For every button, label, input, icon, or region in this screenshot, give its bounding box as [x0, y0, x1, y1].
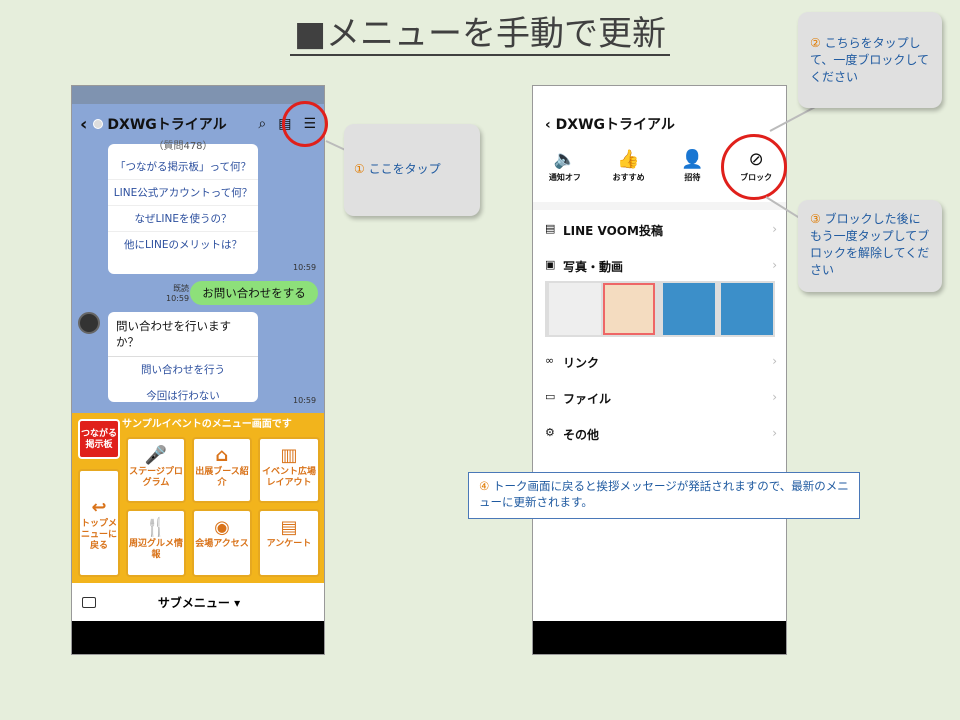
faq-item[interactable]: 「つながる掲示板」って何？	[108, 154, 258, 180]
faq-item[interactable]: 他にLINEのメリットは？	[108, 232, 258, 258]
timestamp: 10:59	[293, 263, 317, 272]
chevron-right-icon: ›	[772, 390, 777, 404]
back-icon[interactable]: ‹	[80, 114, 87, 135]
chevron-right-icon: ›	[772, 258, 777, 272]
account-badge-icon	[93, 119, 104, 129]
chat-title: DXWGトライアル	[555, 117, 675, 133]
shop-icon: ⌂	[215, 445, 229, 466]
search-icon[interactable]: ⌕	[258, 116, 266, 132]
submenu-toggle[interactable]: サブメニュー ▾	[96, 594, 302, 611]
chat-header: ‹ DXWGトライアル	[545, 114, 675, 134]
chevron-right-icon: ›	[772, 222, 777, 236]
link-icon: ∞	[545, 354, 555, 367]
clipboard-icon: ▤	[280, 517, 298, 538]
recommend-button[interactable]: 👍 おすすめ	[597, 148, 661, 183]
inquiry-question: 問い合わせを行いますか？	[108, 312, 258, 357]
callout-3: ③ ブロックした後にもう一度タップしてブロックを解除してください	[798, 200, 942, 292]
fork-icon: 🍴	[144, 517, 168, 538]
timestamp: 10:59	[293, 396, 317, 405]
avatar[interactable]	[78, 312, 100, 334]
media-strip	[545, 281, 775, 337]
menu-item-links[interactable]: ∞ リンク ›	[545, 354, 777, 371]
tile-layout[interactable]: ▥ イベント広場レイアウト	[258, 437, 320, 503]
menu-item-other[interactable]: ⚙ その他 ›	[545, 426, 777, 443]
speaker-icon: 🔈	[553, 149, 577, 170]
highlight-ring-block	[721, 134, 787, 200]
keyboard-icon[interactable]	[82, 596, 96, 608]
tile-stage[interactable]: 🎤 ステージプログラム	[126, 437, 186, 503]
tile-survey[interactable]: ▤ アンケート	[258, 509, 320, 577]
tile-top-menu[interactable]: ↩ トップメニューに戻る	[78, 469, 120, 577]
map-icon: ▥	[280, 445, 298, 466]
chat-title: DXWGトライアル	[107, 117, 227, 133]
return-arrow-icon: ↩	[91, 497, 107, 518]
inquiry-yes-button[interactable]: 問い合わせを行う	[108, 357, 258, 383]
menu-item-files[interactable]: ▭ ファイル ›	[545, 390, 777, 407]
mute-button[interactable]: 🔈 通知オフ	[533, 148, 597, 183]
faq-item[interactable]: なぜLINEを使うの？	[108, 206, 258, 232]
nav-bar	[72, 621, 324, 654]
note-4: ④ トーク画面に戻ると挨拶メッセージが発話されますので、最新のメニューに更新され…	[468, 472, 860, 519]
media-thumbnail[interactable]	[663, 283, 715, 335]
tile-access[interactable]: ◉ 会場アクセス	[192, 509, 252, 577]
status-bar	[72, 86, 324, 104]
faq-card: （質問478） 「つながる掲示板」って何？ LINE公式アカウントって何？ なぜ…	[108, 141, 258, 274]
tile-booth[interactable]: ⌂ 出展ブース紹介	[192, 437, 252, 503]
faq-item[interactable]: LINE公式アカウントって何？	[108, 180, 258, 206]
menu-item-voom[interactable]: ▤ LINE VOOM投稿 ›	[545, 222, 777, 239]
card-cut-text: （質問478）	[153, 141, 213, 152]
tile-gourmet[interactable]: 🍴 周辺グルメ情報	[126, 509, 186, 577]
callout-2: ② こちらをタップして、一度ブロックしてください	[798, 12, 942, 108]
back-icon[interactable]: ‹	[545, 117, 551, 133]
menu-item-photos[interactable]: ▣ 写真・動画 ›	[545, 258, 777, 275]
media-thumbnail[interactable]	[603, 283, 655, 335]
invite-button[interactable]: 👤 招待	[661, 148, 725, 183]
submenu-bar: サブメニュー ▾	[72, 583, 324, 621]
tile-tsunagaru[interactable]: つながる掲示板	[78, 419, 120, 459]
chevron-right-icon: ›	[772, 426, 777, 440]
thumbs-up-icon: 👍	[617, 149, 640, 170]
inquiry-no-button[interactable]: 今回は行わない	[108, 383, 258, 409]
photo-icon: ▣	[545, 258, 556, 271]
user-message-bubble: お問い合わせをする	[190, 281, 318, 305]
location-pin-icon: ◉	[214, 517, 230, 538]
read-receipt: 既読 10:59	[166, 284, 190, 303]
folder-icon: ▭	[545, 390, 556, 403]
left-phone-screen: ‹ DXWGトライアル ⌕ ▤ ☰ （質問478） 「つながる掲示板」って何？ …	[71, 85, 325, 655]
highlight-ring-menu	[282, 101, 328, 147]
image-placeholder-icon[interactable]	[549, 283, 601, 335]
list-icon: ▤	[545, 222, 556, 235]
inquiry-card: 問い合わせを行いますか？ 問い合わせを行う 今回は行わない	[108, 312, 258, 402]
media-thumbnail[interactable]	[721, 283, 773, 335]
gear-icon: ⚙	[545, 426, 555, 439]
microphone-icon: 🎤	[144, 445, 168, 466]
callout-1: ① ここをタップ	[344, 124, 480, 216]
rich-menu-header: サンプルイベントのメニュー画面です	[122, 419, 292, 430]
chevron-right-icon: ›	[772, 354, 777, 368]
add-user-icon: 👤	[681, 149, 704, 170]
nav-bar	[533, 621, 786, 654]
divider	[533, 202, 786, 210]
rich-menu: サンプルイベントのメニュー画面です つながる掲示板 ↩ トップメニューに戻る 🎤 ス…	[72, 413, 324, 583]
